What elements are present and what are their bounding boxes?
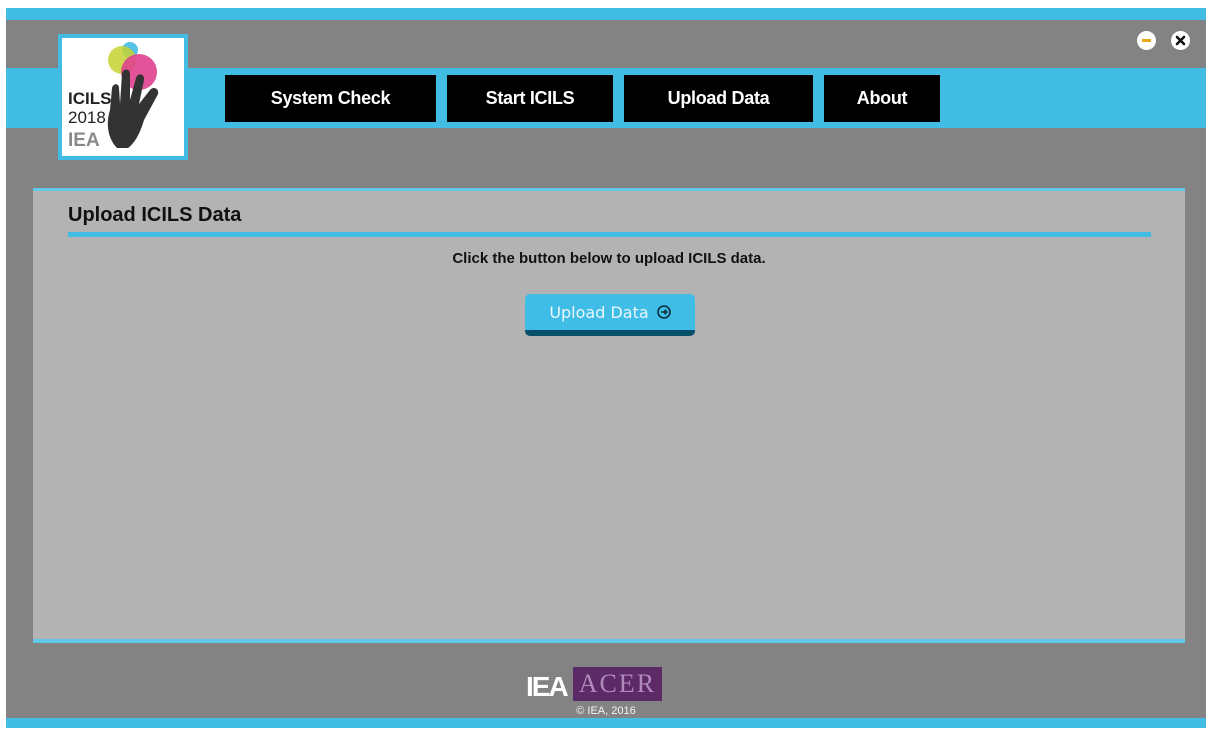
upload-panel: Upload ICILS Data Click the button below…	[33, 188, 1185, 643]
nav-start-icils-button[interactable]: Start ICILS	[447, 75, 613, 122]
acer-footer-logo: ACER	[572, 667, 663, 701]
logo-text-iea: IEA	[68, 130, 100, 151]
close-icon	[1175, 35, 1186, 46]
iea-footer-logo: IEA	[526, 671, 569, 702]
minimize-button[interactable]	[1137, 31, 1156, 50]
nav-system-check-button[interactable]: System Check	[225, 75, 436, 122]
icils-logo-image: ICILS 2018 IEA	[62, 38, 184, 156]
top-accent-strip	[6, 8, 1206, 20]
panel-title: Upload ICILS Data	[68, 204, 242, 226]
icils-logo: ICILS 2018 IEA	[58, 34, 188, 160]
footer-logos: IEA ACER	[526, 663, 663, 702]
logo-text-year: 2018	[68, 108, 106, 127]
close-button[interactable]	[1171, 31, 1190, 50]
upload-data-button-label: Upload Data	[549, 302, 649, 322]
bottom-accent-strip	[6, 718, 1206, 728]
copyright-text: © IEA, 2016	[576, 705, 636, 717]
title-divider	[68, 232, 1151, 237]
instruction-text: Click the button below to upload ICILS d…	[452, 250, 766, 267]
minimize-icon	[1142, 39, 1151, 42]
app-window: ICILS 2018 IEA System Check Start ICILS …	[6, 8, 1206, 728]
upload-data-button[interactable]: Upload Data	[525, 294, 695, 336]
logo-text-icils: ICILS	[68, 89, 111, 108]
nav-upload-data-button[interactable]: Upload Data	[624, 75, 813, 122]
arrow-circle-icon	[656, 305, 671, 319]
nav-about-button[interactable]: About	[824, 75, 940, 122]
